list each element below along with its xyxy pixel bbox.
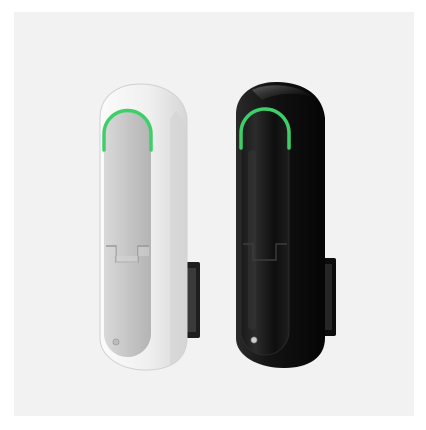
white-lock-handle [104,111,151,357]
white-lock-keyhole [112,338,120,346]
white-lock [99,83,200,371]
black-lock [236,82,336,368]
product-photo [99,82,336,371]
black-lock-keyhole [250,336,258,344]
